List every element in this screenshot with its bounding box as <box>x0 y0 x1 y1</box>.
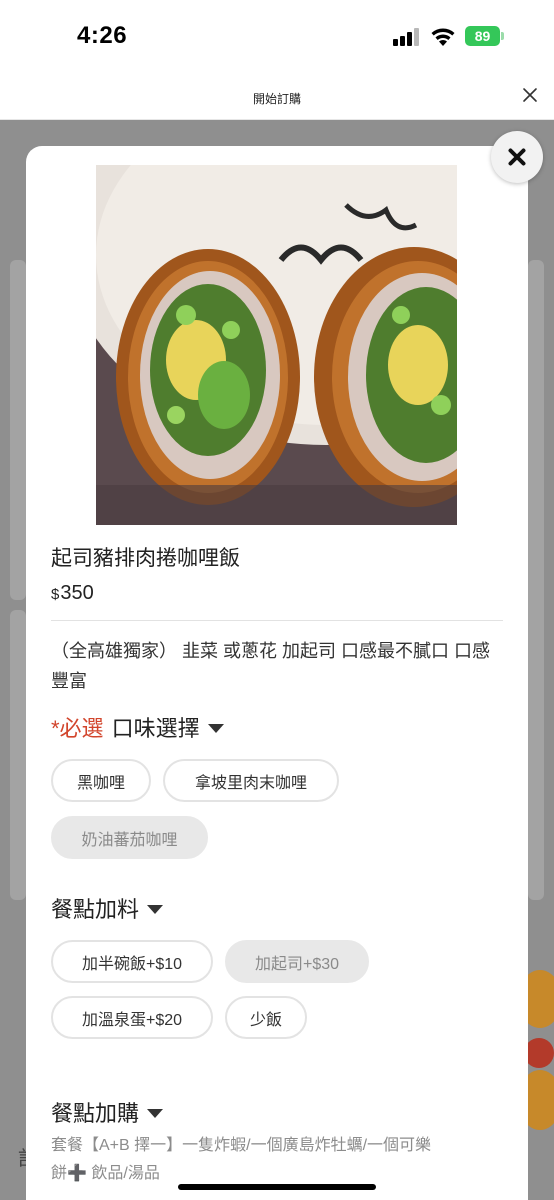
home-indicator <box>178 1184 376 1190</box>
addons-note-line1: 套餐【A+B 擇一】一隻炸蝦/一個廣島炸牡蠣/一個可樂 <box>51 1137 432 1154</box>
modal-close-button[interactable] <box>491 131 543 183</box>
product-photo <box>96 165 457 525</box>
option-label: 加半碗飯+$10 <box>81 955 183 973</box>
addons-section-header[interactable]: 餐點加購 <box>51 1096 164 1128</box>
caret-down-icon <box>147 905 164 914</box>
background-badge <box>524 1038 554 1068</box>
caret-down-icon <box>207 724 224 733</box>
option-label: 少飯 <box>249 1011 282 1029</box>
addons-note: 套餐【A+B 擇一】一隻炸蝦/一個廣島炸牡蠣/一個可樂 餅➕ 飲品/湯品 <box>51 1132 511 1188</box>
toppings-section-header[interactable]: 餐點加料 <box>51 892 164 924</box>
background-card <box>528 260 544 900</box>
option-label: 加起司+$30 <box>254 955 340 973</box>
close-circle-icon <box>508 148 526 166</box>
topping-option-onsen-egg[interactable]: 加溫泉蛋+$20 <box>51 996 213 1039</box>
required-label: *必選 <box>51 716 104 741</box>
product-description: （全高雄獨家） 韭菜 或蔥花 加起司 口感最不膩口 口感豐富 <box>51 641 491 691</box>
battery-icon: 89 <box>465 26 504 46</box>
cellular-signal-icon <box>393 28 423 46</box>
background-card <box>10 610 26 900</box>
topping-option-less-rice[interactable]: 少飯 <box>225 996 307 1039</box>
addons-section-title: 餐點加購 <box>51 1101 140 1126</box>
topping-option-half-rice[interactable]: 加半碗飯+$10 <box>51 940 213 983</box>
flavor-option-napoli-curry[interactable]: 拿坡里肉末咖哩 <box>163 759 339 802</box>
divider <box>51 620 503 621</box>
price-symbol: $ <box>51 586 60 603</box>
sheet-header: 開始訂購 <box>0 76 554 120</box>
option-label: 奶油蕃茄咖哩 <box>81 831 178 849</box>
status-time: 4:26 <box>77 22 128 49</box>
toppings-section-title: 餐點加料 <box>51 897 140 922</box>
flavor-option-tomato-cream-curry: 奶油蕃茄咖哩 <box>51 816 208 859</box>
option-label: 黑咖哩 <box>76 774 125 792</box>
flavor-section-title: 口味選擇 <box>111 716 200 741</box>
product-price: $350 <box>51 582 94 605</box>
flavor-section-header[interactable]: *必選 口味選擇 <box>51 711 224 743</box>
sheet-title: 開始訂購 <box>252 92 301 106</box>
price-value: 350 <box>60 582 94 604</box>
topping-option-cheese: 加起司+$30 <box>225 940 369 983</box>
flavor-option-black-curry[interactable]: 黑咖哩 <box>51 759 151 802</box>
background-card <box>10 260 26 600</box>
status-bar: 4:26 89 <box>0 0 554 76</box>
product-modal: 起司豬排肉捲咖哩飯 $350 （全高雄獨家） 韭菜 或蔥花 加起司 口感最不膩口… <box>26 146 528 1200</box>
option-label: 拿坡里肉末咖哩 <box>194 774 307 792</box>
wifi-icon <box>431 28 455 46</box>
caret-down-icon <box>147 1109 164 1118</box>
option-label: 加溫泉蛋+$20 <box>81 1011 183 1029</box>
battery-level: 89 <box>465 26 500 46</box>
product-name: 起司豬排肉捲咖哩飯 <box>51 547 240 570</box>
plus-icon: ➕ <box>67 1165 87 1182</box>
close-x-icon[interactable] <box>519 84 541 106</box>
